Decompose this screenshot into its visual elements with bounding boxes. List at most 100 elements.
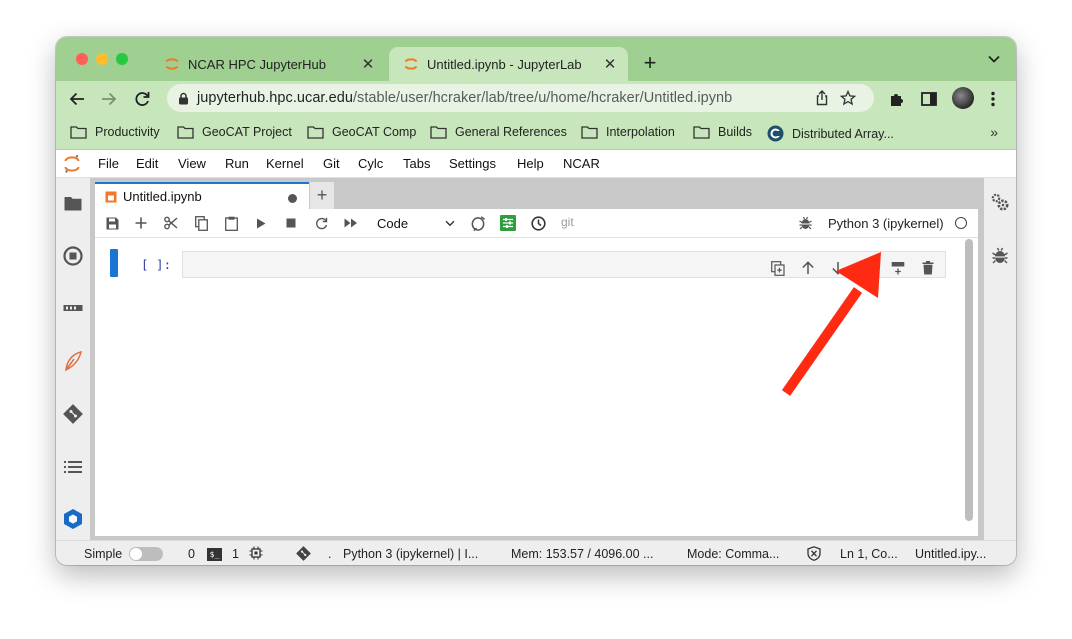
table-of-contents-tab[interactable]: [63, 457, 83, 477]
bookmark-general-references[interactable]: General References: [430, 125, 567, 139]
notebook-document-tab[interactable]: Untitled.ipynb: [95, 182, 309, 209]
cut-cell-button[interactable]: [163, 215, 179, 231]
move-cell-up-button[interactable]: [800, 260, 816, 276]
property-inspector-tab[interactable]: [990, 192, 1010, 212]
bookmark-star-icon[interactable]: [840, 90, 856, 106]
arrow-down-icon: [832, 262, 844, 275]
jupyter-favicon-icon: [165, 58, 179, 70]
kernels-count[interactable]: 1: [232, 547, 239, 561]
new-launcher-button[interactable]: +: [310, 182, 334, 209]
duplicate-icon: [771, 260, 785, 276]
restart-run-all-button[interactable]: [343, 215, 359, 231]
close-window-button[interactable]: [76, 53, 88, 65]
extension-tab[interactable]: [63, 298, 83, 318]
kernel-name-button[interactable]: Python 3 (ipykernel): [828, 216, 944, 231]
side-panel-icon[interactable]: [920, 90, 938, 108]
variable-inspector-button[interactable]: [500, 215, 516, 231]
delete-cell-button[interactable]: [920, 260, 936, 276]
dask-tab[interactable]: [63, 509, 83, 529]
restart-kernel-button[interactable]: [313, 215, 329, 231]
memory-usage: Mem: 153.57 / 4096.00 ...: [511, 547, 654, 561]
lock-icon[interactable]: [178, 92, 189, 105]
cylc-tab[interactable]: [63, 350, 83, 372]
more-vertical-icon[interactable]: [990, 90, 996, 108]
bookmark-geocat-project[interactable]: GeoCAT Project: [177, 125, 292, 139]
new-tab-button[interactable]: +: [640, 50, 660, 76]
menu-file[interactable]: File: [98, 156, 119, 171]
browser-tab-notebook[interactable]: Untitled.ipynb - JupyterLab ✕: [389, 47, 628, 81]
git-icon[interactable]: [296, 546, 311, 561]
kernel-status-text[interactable]: Python 3 (ipykernel) | I...: [343, 547, 478, 561]
simple-mode-toggle[interactable]: [129, 547, 163, 561]
kernel-chip-icon[interactable]: [249, 546, 263, 560]
jupyter-logo-icon[interactable]: [64, 154, 80, 174]
menu-run[interactable]: Run: [225, 156, 249, 171]
bookmark-interpolation[interactable]: Interpolation: [581, 125, 675, 139]
insert-cell-button[interactable]: [133, 215, 149, 231]
bookmark-geocat-comp[interactable]: GeoCAT Comp: [307, 125, 416, 139]
copy-cell-button[interactable]: [193, 215, 209, 231]
bug-icon: [992, 247, 1008, 263]
minimize-window-button[interactable]: [96, 53, 108, 65]
menu-edit[interactable]: Edit: [136, 156, 158, 171]
bookmarks-overflow-button[interactable]: »: [990, 124, 998, 140]
running-sessions-tab[interactable]: [63, 246, 83, 266]
git-tab[interactable]: [63, 404, 83, 424]
cell-editor-input[interactable]: [182, 251, 946, 278]
insert-cell-below-button[interactable]: [890, 260, 906, 276]
unsaved-indicator-icon[interactable]: [288, 194, 297, 203]
browser-tab-jupyterhub[interactable]: NCAR HPC JupyterHub ✕: [150, 47, 386, 81]
menu-git[interactable]: Git: [323, 156, 340, 171]
menu-kernel[interactable]: Kernel: [266, 156, 304, 171]
cell-collapser[interactable]: [110, 249, 118, 277]
forward-arrow-icon[interactable]: [100, 90, 118, 108]
cursor-position[interactable]: Ln 1, Co...: [840, 547, 898, 561]
back-arrow-icon[interactable]: [68, 90, 86, 108]
menu-ncar[interactable]: NCAR: [563, 156, 600, 171]
extensions-puzzle-icon[interactable]: [888, 90, 906, 108]
menu-help[interactable]: Help: [517, 156, 544, 171]
menu-tabs[interactable]: Tabs: [403, 156, 430, 171]
share-icon[interactable]: [814, 90, 830, 106]
bookmark-label: Builds: [718, 125, 753, 139]
notebook-scrollbar[interactable]: [965, 239, 973, 521]
browser-window: NCAR HPC JupyterHub ✕ Untitled.ipynb - J…: [56, 37, 1016, 565]
menu-view[interactable]: View: [178, 156, 206, 171]
profile-avatar[interactable]: [952, 87, 974, 109]
debugger-tab[interactable]: [990, 245, 1010, 265]
bookmark-label: GeoCAT Project: [202, 125, 292, 139]
code-cell[interactable]: [ ]:: [105, 247, 947, 281]
bookmark-builds[interactable]: Builds: [693, 125, 752, 139]
execute-time-button[interactable]: [530, 215, 546, 231]
menu-settings[interactable]: Settings: [449, 156, 496, 171]
notebook-mode: Mode: Comma...: [687, 547, 780, 561]
git-diff-label[interactable]: git: [561, 215, 574, 229]
move-cell-down-button[interactable]: [830, 260, 846, 276]
cell-type-select[interactable]: Code: [377, 214, 455, 232]
terminals-count[interactable]: 0: [188, 547, 195, 561]
git-icon: [63, 404, 83, 424]
paste-cell-button[interactable]: [223, 215, 239, 231]
bookmark-distributed-array[interactable]: Distributed Array...: [767, 125, 894, 142]
file-browser-tab[interactable]: [63, 193, 83, 213]
save-icon: [106, 217, 118, 229]
save-button[interactable]: [104, 215, 120, 231]
duplicate-cell-button[interactable]: [770, 260, 786, 276]
close-tab-icon[interactable]: ✕: [360, 55, 376, 73]
menu-cylc[interactable]: Cylc: [358, 156, 383, 171]
bookmark-productivity[interactable]: Productivity: [70, 125, 160, 139]
reload-icon[interactable]: [133, 90, 151, 108]
arrow-up-icon: [802, 261, 814, 274]
chevron-down-icon[interactable]: [988, 55, 1000, 63]
insert-cell-above-button[interactable]: [860, 260, 876, 276]
debugger-toggle-button[interactable]: [797, 215, 813, 231]
address-bar[interactable]: jupyterhub.hpc.ucar.edu/stable/user/hcra…: [167, 84, 874, 112]
terminal-icon[interactable]: $_: [207, 548, 222, 561]
cylc-toolbar-button[interactable]: [470, 215, 486, 231]
scissors-icon: [164, 216, 178, 230]
run-cell-button[interactable]: [253, 215, 269, 231]
maximize-window-button[interactable]: [116, 53, 128, 65]
trust-shield-icon[interactable]: [807, 546, 821, 561]
interrupt-kernel-button[interactable]: [283, 215, 299, 231]
close-tab-icon[interactable]: ✕: [602, 55, 618, 73]
